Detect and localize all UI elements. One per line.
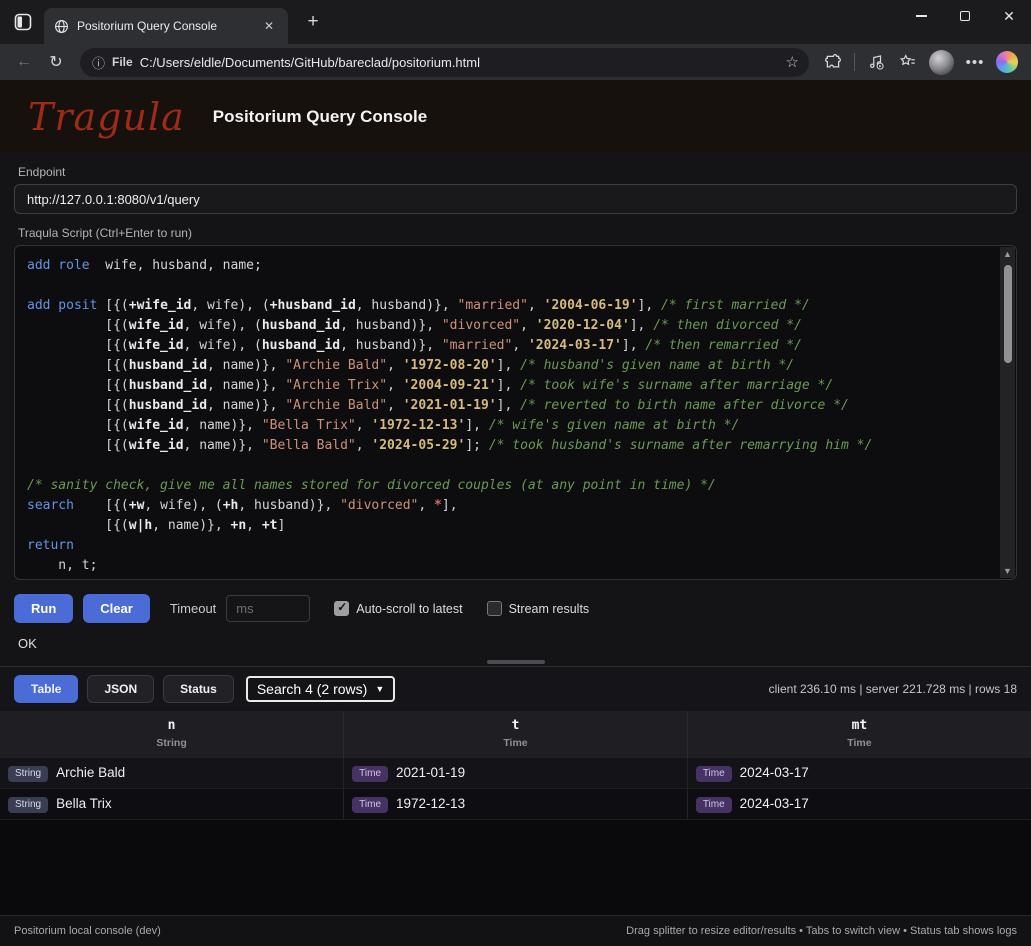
collections-icon[interactable] <box>894 48 922 76</box>
scrollbar-thumb[interactable] <box>1003 265 1012 363</box>
cell-value: 2024-03-17 <box>739 796 809 811</box>
stream-checkbox[interactable] <box>486 601 502 616</box>
back-button[interactable]: ← <box>10 48 38 76</box>
scrollbar-down-icon[interactable]: ▼ <box>1003 564 1012 578</box>
results-table: n String t Time mt Time String Archie Bald Time… <box>0 711 1031 820</box>
result-set-value: Search 4 (2 rows) <box>256 681 368 697</box>
media-controls-icon[interactable] <box>862 48 890 76</box>
browser-toolbar: ← ↻ ⓘ File C:/Users/eldle/Documents/GitH… <box>0 44 1031 80</box>
url-scheme-label: File <box>112 55 133 69</box>
timeout-label: Timeout <box>169 601 217 616</box>
cell-value: 2021-01-19 <box>396 765 466 780</box>
table-row: String Bella Trix Time 1972-12-13 Time 2024-0… <box>0 788 1031 820</box>
globe-favicon-icon <box>55 19 68 33</box>
window-maximize-button[interactable] <box>943 0 987 32</box>
splitter-grip-icon[interactable] <box>486 660 545 664</box>
tab-title: Positorium Query Console <box>77 19 218 33</box>
cell-value: Archie Bald <box>56 765 126 780</box>
result-set-select[interactable]: Search 4 (2 rows) ▼ <box>245 676 396 702</box>
url-text[interactable]: C:/Users/eldle/Documents/GitHub/bareclad… <box>140 55 779 70</box>
stream-toggle[interactable]: Stream results <box>486 601 590 616</box>
results-panel: Table JSON Status Search 4 (2 rows) ▼ clie… <box>0 667 1031 915</box>
type-badge: Time <box>352 797 389 813</box>
address-bar[interactable]: ⓘ File C:/Users/eldle/Documents/GitHub/b… <box>80 47 809 77</box>
chevron-down-icon: ▼ <box>375 684 385 694</box>
column-header: mt Time <box>686 711 1031 758</box>
footer-left-text: Positorium local console (dev) <box>14 925 161 937</box>
favorite-star-icon[interactable]: ☆ <box>786 53 799 71</box>
extensions-icon[interactable] <box>819 48 847 76</box>
window-close-button[interactable]: ✕ <box>987 0 1031 32</box>
results-empty-area <box>0 820 1031 915</box>
page-title: Positorium Query Console <box>212 106 428 126</box>
browser-tab[interactable]: Positorium Query Console ✕ <box>44 8 288 44</box>
tab-close-icon[interactable]: ✕ <box>260 17 278 35</box>
stream-label: Stream results <box>508 601 590 616</box>
cell-value: Bella Trix <box>56 796 112 811</box>
autoscroll-toggle[interactable]: Auto-scroll to latest <box>334 600 463 616</box>
toolbar-divider <box>854 53 855 71</box>
clear-button[interactable]: Clear <box>83 594 150 623</box>
code-editor-content[interactable]: add role wife, husband, name; add posit … <box>15 246 1016 579</box>
endpoint-input[interactable] <box>14 184 1017 214</box>
editor-scrollbar[interactable]: ▲ ▼ <box>1000 247 1015 578</box>
tab-actions-menu-icon[interactable] <box>8 7 38 37</box>
column-header: t Time <box>343 711 688 758</box>
more-options-icon[interactable]: ••• <box>961 48 989 76</box>
timing-stats: client 236.10 ms | server 221.728 ms | r… <box>768 682 1017 696</box>
script-label: Traqula Script (Ctrl+Enter to run) <box>18 226 192 240</box>
main-content: Endpoint Traqula Script (Ctrl+Enter to r… <box>0 153 1031 915</box>
footer-right-text: Drag splitter to resize editor/results •… <box>626 925 1017 937</box>
results-toolbar: Table JSON Status Search 4 (2 rows) ▼ clie… <box>0 667 1031 711</box>
script-editor[interactable]: add role wife, husband, name; add posit … <box>14 245 1017 580</box>
autoscroll-label: Auto-scroll to latest <box>356 601 463 616</box>
page-info-icon[interactable]: ⓘ <box>92 53 105 72</box>
results-tab-table[interactable]: Table <box>14 675 79 703</box>
splitter[interactable] <box>0 651 1031 667</box>
browser-tabstrip: Positorium Query Console ✕ + ✕ <box>0 0 1031 44</box>
type-badge: Time <box>695 766 732 782</box>
window-minimize-button[interactable] <box>899 0 943 32</box>
profile-avatar[interactable] <box>929 49 954 75</box>
copilot-icon[interactable] <box>993 48 1021 76</box>
column-header: n String <box>0 711 344 758</box>
scrollbar-up-icon[interactable]: ▲ <box>1003 247 1012 261</box>
refresh-button[interactable]: ↻ <box>42 48 70 76</box>
cell-value: 1972-12-13 <box>396 796 466 811</box>
timeout-input[interactable] <box>226 595 311 622</box>
results-tab-json[interactable]: JSON <box>87 675 155 703</box>
table-row: String Archie Bald Time 2021-01-19 Time 2024-… <box>0 757 1031 789</box>
results-tab-status[interactable]: Status <box>163 675 234 703</box>
autoscroll-checkbox[interactable] <box>334 600 350 616</box>
status-bar: Positorium local console (dev) Drag spli… <box>0 915 1031 946</box>
results-tabs: Table JSON Status <box>14 675 234 703</box>
new-tab-button[interactable]: + <box>300 9 326 35</box>
run-button[interactable]: Run <box>14 594 74 623</box>
type-badge: String <box>8 797 49 813</box>
tragula-logo: Tragula <box>28 94 185 139</box>
run-controls: Run Clear Timeout Auto-scroll to latest … <box>14 594 1017 623</box>
type-badge: Time <box>695 797 732 813</box>
table-header-row: n String t Time mt Time <box>0 711 1031 758</box>
status-text: OK <box>18 636 37 651</box>
type-badge: Time <box>352 766 389 782</box>
endpoint-label: Endpoint <box>18 165 66 179</box>
type-badge: String <box>8 766 49 782</box>
cell-value: 2024-03-17 <box>739 765 809 780</box>
app-header: Tragula Positorium Query Console <box>0 80 1031 153</box>
table-body: String Archie Bald Time 2021-01-19 Time 2024-… <box>0 757 1031 820</box>
